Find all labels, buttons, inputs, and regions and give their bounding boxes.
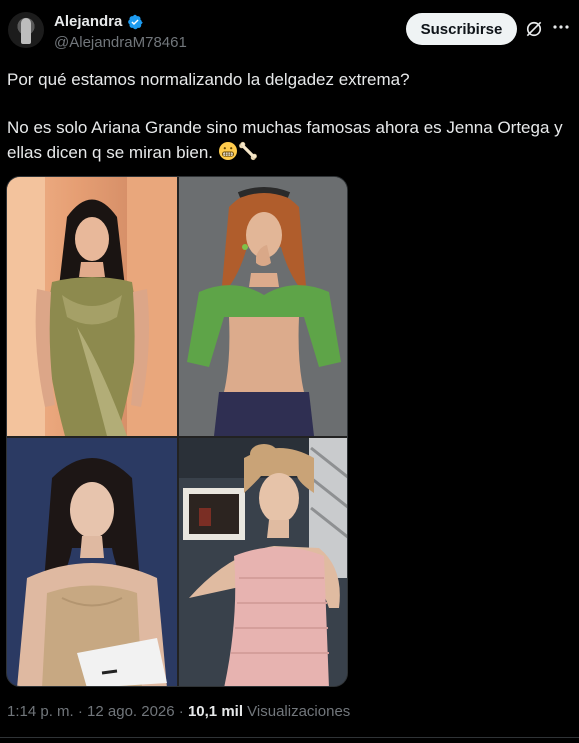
verified-badge-icon xyxy=(128,14,143,29)
media-photo-2[interactable] xyxy=(179,177,347,436)
author-name-row[interactable]: Alejandra xyxy=(54,13,143,30)
divider xyxy=(0,737,579,738)
media-photo-4[interactable] xyxy=(179,438,347,686)
post-header: Alejandra @AlejandraM78461 Suscribirse xyxy=(0,0,579,66)
author-handle[interactable]: @AlejandraM78461 xyxy=(54,34,187,51)
subscribe-button[interactable]: Suscribirse xyxy=(406,13,517,45)
post-text-question: Por qué estamos normalizando la delgadez… xyxy=(7,70,410,89)
views-label: Visualizaciones xyxy=(243,703,351,720)
views-count: 10,1 mil xyxy=(187,703,243,720)
post-timestamp[interactable]: 1:14 p. m. · 12 ago. 2026 · xyxy=(7,703,188,720)
media-photo-1[interactable] xyxy=(7,177,177,436)
grimacing-face-icon xyxy=(218,142,237,160)
post-metadata: 1:14 p. m. · 12 ago. 2026 · 10,1 mil Vis… xyxy=(7,703,350,720)
post-text-body-content: No es solo Ariana Grande sino muchas fam… xyxy=(7,118,563,162)
grok-icon[interactable] xyxy=(524,19,544,39)
avatar[interactable] xyxy=(8,12,44,48)
media-photo-3[interactable] xyxy=(7,438,177,686)
post-text-body: No es solo Ariana Grande sino muchas fam… xyxy=(7,115,577,165)
post-media-grid[interactable] xyxy=(6,176,348,687)
more-options-icon[interactable] xyxy=(551,17,571,37)
bone-icon xyxy=(238,141,257,161)
author-name[interactable]: Alejandra xyxy=(54,13,122,30)
